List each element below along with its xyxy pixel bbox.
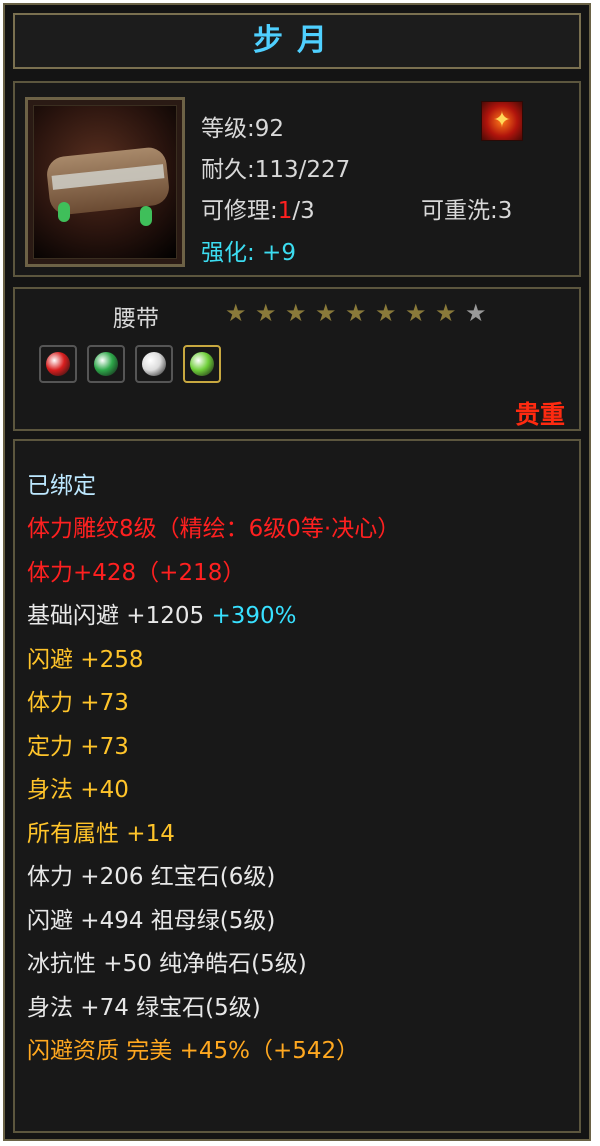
item-repair: 可修理:1/3: [201, 191, 315, 225]
item-durability: 耐久:113/227: [201, 157, 351, 183]
base-dodge-line: 基础闪避 +1205 +390%: [27, 601, 296, 631]
repair-total: /3: [292, 198, 315, 224]
agility-line: 身法 +40: [27, 777, 129, 803]
filled-star-icon: ★: [405, 299, 427, 327]
item-type: 腰带: [113, 306, 159, 332]
item-rarity: 贵重: [514, 400, 565, 429]
focus-line: 定力 +73: [27, 734, 129, 760]
bound-status: 已绑定: [27, 473, 96, 499]
white-gem-icon: [142, 352, 166, 376]
title-bar: 步月: [13, 13, 581, 69]
belt-icon: [33, 105, 177, 259]
fire-rune-icon: ✦: [481, 101, 523, 141]
item-title: 步月: [253, 23, 341, 58]
dodge-line: 闪避 +258: [27, 647, 144, 673]
repair-prefix: 可修理:: [201, 198, 278, 224]
filled-star-icon: ★: [315, 299, 337, 327]
repair-used: 1: [277, 198, 293, 224]
item-tooltip: 步月 等级:92 耐久:113/227 可修理:1/3 可重洗:3 强化: +9…: [3, 3, 591, 1141]
item-enhance: 强化: +9: [201, 240, 296, 266]
stamina-line: 体力 +73: [27, 690, 129, 716]
item-summary-panel: 等级:92 耐久:113/227 可修理:1/3 可重洗:3 强化: +9 ✦: [13, 81, 581, 277]
aptitude-line: 闪避资质 完美 +45%（+542）: [27, 1038, 360, 1064]
stamina-bonus-line: 体力+428（+218）: [27, 560, 246, 586]
attribute-panel: 已绑定 体力雕纹8级（精绘：6级0等·决心） 体力+428（+218） 基础闪避…: [13, 439, 581, 1133]
belt-tassel: [58, 202, 70, 222]
red-gem-icon: [46, 352, 70, 376]
gem-bonus-line: 体力 +206 红宝石(6级): [27, 864, 276, 890]
gem-slot: [183, 345, 221, 383]
filled-star-icon: ★: [435, 299, 457, 327]
empty-star-icon: ★: [465, 299, 487, 327]
belt-tassel: [140, 206, 152, 226]
all-stats-line: 所有属性 +14: [27, 821, 175, 847]
filled-star-icon: ★: [225, 299, 247, 327]
item-type-panel: 腰带 ★ ★ ★ ★ ★ ★ ★ ★ ★ 贵重: [13, 287, 581, 431]
carving-line: 体力雕纹8级（精绘：6级0等·决心）: [27, 516, 401, 542]
filled-star-icon: ★: [375, 299, 397, 327]
gem-bonus-line: 身法 +74 绿宝石(5级): [27, 995, 261, 1021]
filled-star-icon: ★: [255, 299, 277, 327]
item-rewash: 可重洗:3: [421, 198, 513, 224]
filled-star-icon: ★: [345, 299, 367, 327]
item-level: 等级:92: [201, 116, 285, 142]
gem-slot: [39, 345, 77, 383]
green-gem-icon: [94, 352, 118, 376]
filled-star-icon: ★: [285, 299, 307, 327]
gem-slot: [87, 345, 125, 383]
gem-bonus-line: 闪避 +494 祖母绿(5级): [27, 908, 276, 934]
emerald-gem-icon: [190, 352, 214, 376]
base-dodge-label: 基础闪避 +1205: [27, 603, 205, 629]
gem-slot: [135, 345, 173, 383]
gem-bonus-line: 冰抗性 +50 纯净皓石(5级): [27, 951, 307, 977]
item-icon-frame: [25, 97, 185, 267]
base-dodge-pct: +390%: [211, 603, 297, 629]
